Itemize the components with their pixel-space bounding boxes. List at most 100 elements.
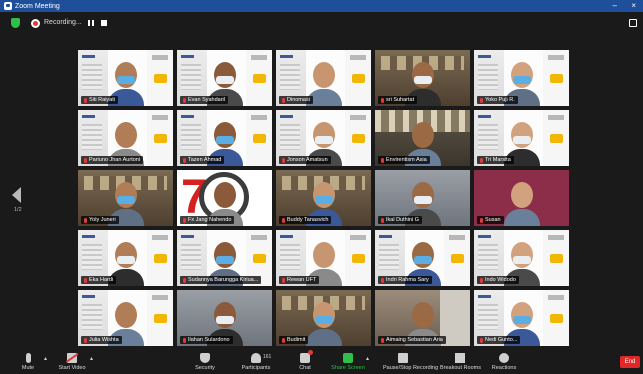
video-tile[interactable]: Sudannya Barungga Kiriua...	[177, 230, 272, 286]
participant-name: Buddy Tanasvich	[287, 217, 329, 223]
pause-stop-icon	[398, 353, 408, 363]
breakout-rooms-label: Breakout Rooms	[440, 365, 481, 371]
participant-name-tag: Tazen Ahmad	[180, 156, 225, 164]
video-tile[interactable]: Tazen Ahmad	[177, 110, 272, 166]
muted-mic-icon	[282, 97, 285, 103]
video-tile[interactable]: Nedi Gunto...	[474, 290, 569, 346]
zoom-logo-icon	[4, 2, 12, 10]
video-tile[interactable]: Jonson Amatsun	[276, 110, 371, 166]
prev-page-arrow-icon[interactable]	[12, 187, 21, 203]
breakout-rooms-button[interactable]: Breakout Rooms	[440, 353, 481, 371]
muted-mic-icon	[282, 337, 285, 343]
muted-mic-icon	[381, 337, 384, 343]
window-title: Zoom Meeting	[15, 2, 60, 10]
mute-button[interactable]: Mute	[8, 353, 48, 371]
pause-recording-button[interactable]: Pause/Stop Recording	[383, 353, 438, 371]
reactions-button[interactable]: Reactions	[484, 353, 524, 371]
minimize-button[interactable]: –	[613, 1, 617, 11]
virtual-background-logo	[147, 50, 173, 106]
participant-name-tag: Nedi Gunto...	[477, 336, 521, 344]
virtual-background-logo	[147, 230, 173, 286]
participant-name-tag: Evan Syahdaril	[180, 96, 228, 104]
audio-options-caret-icon[interactable]: ▴	[44, 355, 47, 362]
muted-mic-icon	[282, 157, 285, 163]
participants-icon	[251, 353, 261, 363]
security-button[interactable]: Security	[185, 353, 225, 371]
video-tile[interactable]: Envirentism Asia	[375, 110, 470, 166]
chat-button[interactable]: Chat	[285, 350, 325, 371]
participant-name: Indo Widodo	[485, 277, 516, 283]
virtual-background-logo	[444, 230, 470, 286]
virtual-background-logo	[147, 110, 173, 166]
recording-icon	[31, 19, 40, 28]
video-tile[interactable]: 7 Fx Jang Nahendo	[177, 170, 272, 226]
video-options-caret-icon[interactable]: ▴	[90, 355, 93, 362]
participant-name: Susan	[485, 217, 501, 223]
video-tile[interactable]: Eka Hardi	[78, 230, 173, 286]
virtual-background-logo	[543, 110, 569, 166]
participant-name: Tazen Ahmad	[188, 157, 222, 163]
participant-name: Yoly Juneri	[89, 217, 116, 223]
video-tile[interactable]: Budimit	[276, 290, 371, 346]
participant-name: Sudannya Barungga Kiriua...	[188, 277, 259, 283]
pause-recording-icon[interactable]	[88, 20, 94, 26]
share-options-caret-icon[interactable]: ▴	[366, 355, 369, 362]
virtual-background-logo	[345, 110, 371, 166]
muted-mic-icon	[282, 277, 285, 283]
muted-mic-icon	[84, 217, 87, 223]
video-tile[interactable]: Aimaing Sebastian Aria	[375, 290, 470, 346]
muted-mic-icon	[183, 337, 186, 343]
participant-name: Yoko Puji R.	[485, 97, 515, 103]
video-tile[interactable]: Indo Widodo	[474, 230, 569, 286]
video-tile[interactable]: Julia Wishta	[78, 290, 173, 346]
participant-name-tag: Budimit	[279, 336, 309, 344]
participant-name: Eka Hardi	[89, 277, 114, 283]
chat-label: Chat	[299, 365, 311, 371]
video-tile[interactable]: Susan	[474, 170, 569, 226]
participant-name: Evan Syahdaril	[188, 97, 225, 103]
start-video-label: Start Video	[58, 365, 86, 371]
meeting-info-bar: Recording...	[0, 12, 643, 36]
video-tile[interactable]: Ilahan Sulardono	[177, 290, 272, 346]
video-tile[interactable]: Siti Raiyati	[78, 50, 173, 106]
participant-name: Indri Rahma Sary	[386, 277, 429, 283]
virtual-background-logo	[345, 230, 371, 286]
participant-name-tag: Eka Hardi	[81, 276, 117, 284]
video-tile[interactable]: sri Suhartat	[375, 50, 470, 106]
participant-name-tag: Buddy Tanasvich	[279, 216, 332, 224]
muted-mic-icon	[480, 217, 483, 223]
stop-recording-icon[interactable]	[101, 20, 107, 26]
participant-name: Nedi Gunto...	[485, 337, 518, 343]
shield-icon[interactable]	[11, 18, 20, 28]
muted-mic-icon	[183, 157, 186, 163]
close-button[interactable]: ×	[631, 1, 636, 11]
end-meeting-button[interactable]: End	[620, 356, 640, 368]
participant-name-tag: Ikal Duthini G	[378, 216, 423, 224]
meeting-toolbar: Mute ▴ Start Video ▴ Security Participan…	[0, 350, 643, 374]
participant-name-tag: Jonson Amatsun	[279, 156, 331, 164]
participant-name-tag: sri Suhartat	[378, 96, 418, 104]
video-tile[interactable]: Tri Marsita	[474, 110, 569, 166]
gallery-view-icon[interactable]	[629, 19, 637, 27]
video-tile[interactable]: Ikal Duthini G	[375, 170, 470, 226]
video-tile[interactable]: Buddy Tanasvich	[276, 170, 371, 226]
page-indicator: 1/2	[14, 207, 22, 213]
share-screen-button[interactable]: Share Screen	[328, 353, 368, 371]
video-tile[interactable]: Yoly Juneri	[78, 170, 173, 226]
video-tile[interactable]: Rewan UFT	[276, 230, 371, 286]
participant-name-tag: Rewan UFT	[279, 276, 320, 284]
virtual-background-logo	[543, 230, 569, 286]
participant-name: Aimaing Sebastian Aria	[386, 337, 443, 343]
start-video-button[interactable]: Start Video	[52, 353, 92, 371]
video-tile[interactable]: Yoko Puji R.	[474, 50, 569, 106]
participant-video	[304, 296, 344, 346]
video-tile[interactable]: Evan Syahdaril	[177, 50, 272, 106]
participant-name-tag: Indri Rahma Sary	[378, 276, 432, 284]
video-tile[interactable]: Dinomasi	[276, 50, 371, 106]
participant-name-tag: Tri Marsita	[477, 156, 514, 164]
video-tile[interactable]: Pariuno Jhan Aurtoni	[78, 110, 173, 166]
video-tile[interactable]: Indri Rahma Sary	[375, 230, 470, 286]
virtual-background-logo	[345, 50, 371, 106]
muted-mic-icon	[381, 277, 384, 283]
muted-mic-icon	[183, 277, 186, 283]
